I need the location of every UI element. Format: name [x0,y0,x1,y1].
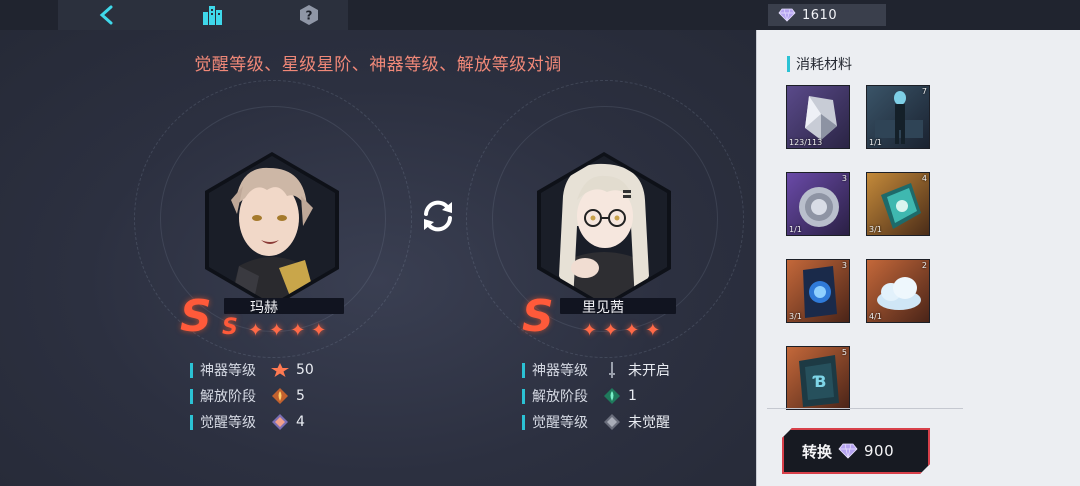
material-item-6[interactable]: 2 4/1 [866,259,930,323]
main-area: 觉醒等级、星级星阶、神器等级、解放等级对调 玛赫 S S ✦ ✦ ✦ ✦ 里见茜… [0,30,756,486]
swap-button[interactable] [418,196,458,236]
character-name-right: 里见茜 [582,300,624,316]
item-rank: 5 [841,348,847,357]
item-rank: 3 [841,174,847,183]
star-icon: ✦ [624,320,640,341]
stat-value: 未觉醒 [628,415,670,431]
liberation-flame-icon [604,388,620,404]
item-rank: 7 [921,87,927,96]
star-icon: ✦ [248,320,264,341]
back-button[interactable] [95,3,119,27]
star-icon: ✦ [603,320,619,341]
stat-row-awaken-left: 觉醒等级 4 [190,413,305,431]
material-item-5[interactable]: 3 3/1 [786,259,850,323]
item-count: 3/1 [789,312,802,321]
headline: 觉醒等级、星级星阶、神器等级、解放等级对调 [194,55,562,75]
convert-button[interactable]: 转换 900 [782,428,930,474]
city-buildings-icon [203,6,222,25]
diamond-gem-icon [778,8,796,22]
character-name-left: 玛赫 [250,300,278,316]
swap-arrows-icon [424,200,452,232]
material-item-1[interactable]: 123/113 [786,85,850,149]
character-portrait-right[interactable] [537,152,671,308]
star-icon: ✦ [645,320,661,341]
star-icon: ✦ [582,320,598,341]
star-rating-left: ✦ ✦ ✦ ✦ [248,322,326,340]
panel-title: 消耗材料 [787,54,852,74]
materials-panel: 消耗材料 123/113 7 1/1 3 1/1 4 3/1 3 3/1 2 4… [756,30,1080,486]
currency-amount: 1610 [802,7,838,23]
stat-label: 觉醒等级 [200,415,256,431]
liberation-flame-icon [272,388,288,404]
stat-label: 神器等级 [200,363,256,379]
chevron-left-icon [99,5,113,25]
material-item-4[interactable]: 4 3/1 [866,172,930,236]
svg-text:Ɓ: Ɓ [812,372,827,391]
stat-value: 5 [296,388,305,404]
dark-card-icon: Ɓ [799,355,839,407]
stat-value: 1 [628,388,637,404]
diamond-gem-icon [838,443,858,459]
stat-row-liberation-left: 解放阶段 5 [190,387,305,405]
star-icon: ✦ [290,320,306,341]
convert-cost: 900 [864,442,895,460]
item-count: 1/1 [789,225,802,234]
stat-row-artifact-right: 神器等级 未开启 [522,361,670,379]
grade-badge-right: S [522,291,554,342]
star-icon: ✦ [269,320,285,341]
item-count: 4/1 [869,312,882,321]
name-bar-left: 玛赫 [224,298,344,316]
stat-value: 未开启 [628,363,670,379]
stat-label: 解放阶段 [532,389,588,405]
stat-label: 解放阶段 [200,389,256,405]
stat-value: 50 [296,362,314,378]
question-mark-icon: ? [300,5,318,25]
character-portrait-left[interactable] [205,152,339,308]
svg-text:?: ? [306,9,313,23]
item-count: 3/1 [869,225,882,234]
grade-badge-left-small: S [222,315,238,340]
item-rank: 3 [841,261,847,270]
stat-row-awaken-right: 觉醒等级 未觉醒 [522,413,670,431]
star-icon: ✦ [311,320,327,341]
panel-title-text: 消耗材料 [796,57,852,73]
awaken-diamond-icon [272,414,288,430]
grade-badge-left: S [180,291,212,342]
city-button[interactable] [200,3,226,27]
stat-label: 觉醒等级 [532,415,588,431]
item-rank: 4 [921,174,927,183]
convert-label: 转换 [802,442,833,461]
material-item-2[interactable]: 7 1/1 [866,85,930,149]
currency-display: 1610 [768,4,886,26]
item-count: 123/113 [789,138,823,147]
material-item-7[interactable]: Ɓ 5 [786,346,850,410]
stat-row-liberation-right: 解放阶段 1 [522,387,637,405]
stat-label: 神器等级 [532,363,588,379]
sword-icon [609,362,615,378]
panel-divider [767,408,963,409]
item-rank: 2 [921,261,927,270]
item-count: 1/1 [869,138,882,147]
top-bar: ? 1610 [0,0,1080,30]
help-button[interactable]: ? [297,3,321,27]
name-bar-right: 里见茜 [560,298,676,316]
awaken-diamond-icon [604,414,620,430]
stat-row-artifact-left: 神器等级 50 [190,361,314,379]
material-item-3[interactable]: 3 1/1 [786,172,850,236]
artifact-star-icon [271,363,289,377]
stat-value: 4 [296,414,305,430]
star-rating-right: ✦ ✦ ✦ ✦ [582,322,660,340]
